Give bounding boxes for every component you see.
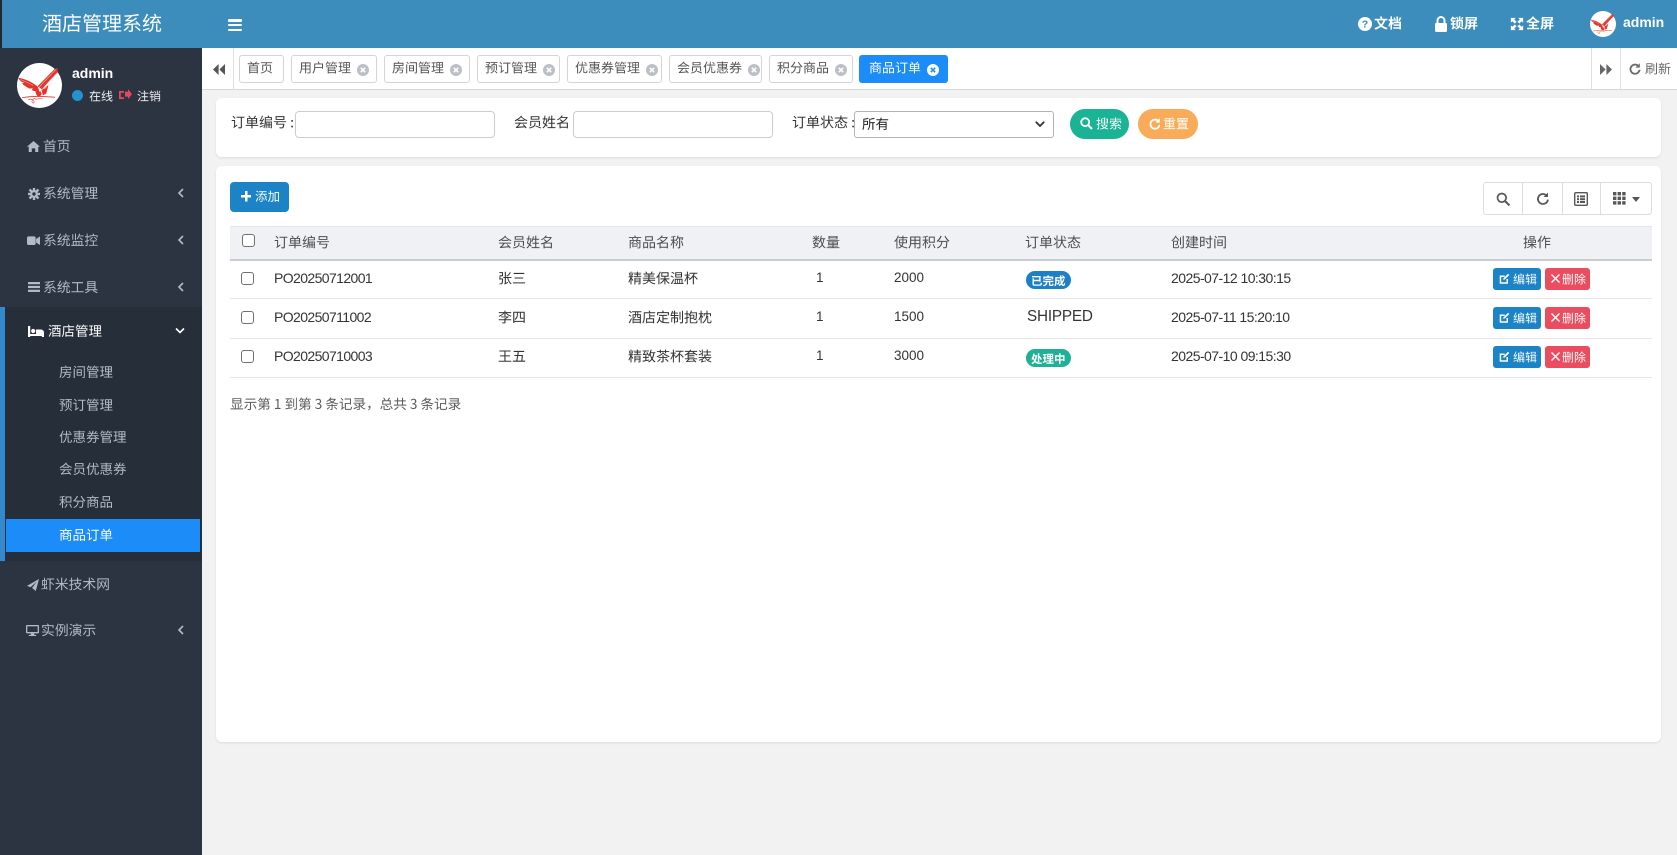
svg-text:?: ? [1362, 18, 1368, 30]
